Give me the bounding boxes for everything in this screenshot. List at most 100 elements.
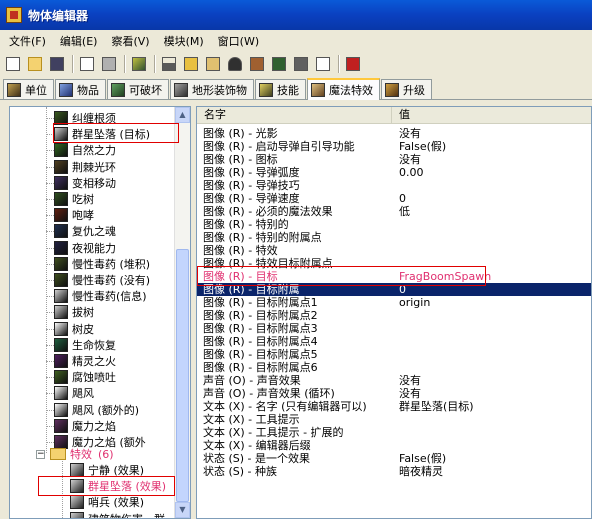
- property-row[interactable]: 图像 (R) - 光影 没有: [197, 127, 591, 140]
- property-value[interactable]: [392, 335, 399, 348]
- save-icon[interactable]: [47, 54, 67, 74]
- property-row[interactable]: 状态 (S) - 是一个效果 False(假): [197, 452, 591, 465]
- tree-item[interactable]: 腐蚀喷吐: [46, 369, 116, 385]
- property-value[interactable]: 0.00: [392, 166, 424, 179]
- scroll-up-icon[interactable]: ▲: [175, 107, 190, 123]
- tree-item[interactable]: 吃树: [46, 191, 94, 207]
- tab-buffs[interactable]: 魔法特效: [307, 78, 380, 100]
- column-name-header[interactable]: 名字: [197, 107, 392, 124]
- bridge-icon[interactable]: [247, 54, 267, 74]
- property-row[interactable]: 文本 (X) - 编辑器后缀: [197, 439, 591, 452]
- property-row[interactable]: 图像 (R) - 导弹弧度 0.00: [197, 166, 591, 179]
- tree-item[interactable]: 拔树: [46, 304, 94, 320]
- property-row[interactable]: 图像 (R) - 目标附属点2: [197, 309, 591, 322]
- tree-item[interactable]: 树皮: [46, 321, 94, 337]
- property-row[interactable]: 图像 (R) - 导弹速度 0: [197, 192, 591, 205]
- scroll-down-icon[interactable]: ▼: [175, 502, 190, 518]
- property-value[interactable]: FragBoomSpawn: [392, 270, 491, 283]
- tree-item[interactable]: 慢性毒药 (没有): [46, 272, 150, 288]
- property-value[interactable]: [392, 179, 399, 192]
- tree-item[interactable]: 魔力之焰: [46, 418, 116, 434]
- property-value[interactable]: [392, 231, 399, 244]
- tree-item[interactable]: 飓风 (额外的): [46, 402, 139, 418]
- terrain-icon[interactable]: [159, 54, 179, 74]
- property-row[interactable]: 图像 (R) - 目标附属点4: [197, 335, 591, 348]
- property-value[interactable]: False(假): [392, 140, 446, 153]
- menu-file[interactable]: 文件(F): [2, 33, 53, 49]
- property-value[interactable]: [392, 348, 399, 361]
- tree-item[interactable]: 飓风: [46, 385, 94, 401]
- property-value[interactable]: [392, 322, 399, 335]
- tree-effect-item[interactable]: 哨兵 (效果): [70, 494, 144, 510]
- property-row[interactable]: 图像 (R) - 导弹技巧: [197, 179, 591, 192]
- property-row[interactable]: 图像 (R) - 目标附属点5: [197, 348, 591, 361]
- tree-item[interactable]: 慢性毒药(信息): [46, 288, 147, 304]
- property-row[interactable]: 图像 (R) - 特别的附属点: [197, 231, 591, 244]
- stone-icon[interactable]: [269, 54, 289, 74]
- tree-item[interactable]: 慢性毒药 (堆积): [46, 256, 150, 272]
- cube-icon[interactable]: [291, 54, 311, 74]
- property-value[interactable]: 0: [392, 192, 406, 205]
- property-value[interactable]: [392, 413, 399, 426]
- text-icon[interactable]: [181, 54, 201, 74]
- property-row[interactable]: 图像 (R) - 特别的: [197, 218, 591, 231]
- menu-edit[interactable]: 编辑(E): [53, 33, 105, 49]
- property-row[interactable]: 图像 (R) - 必须的魔法效果 低: [197, 205, 591, 218]
- lock-icon[interactable]: [225, 54, 245, 74]
- tree-item[interactable]: 自然之力: [46, 142, 116, 158]
- property-value[interactable]: 没有: [392, 153, 421, 166]
- property-row[interactable]: 图像 (R) - 目标 FragBoomSpawn: [197, 270, 591, 283]
- property-value[interactable]: [392, 218, 399, 231]
- collapse-icon[interactable]: −: [36, 449, 45, 459]
- tree-effect-item[interactable]: 宁静 (效果): [70, 462, 144, 478]
- property-row[interactable]: 文本 (X) - 工具提示 - 扩展的: [197, 426, 591, 439]
- copy-icon[interactable]: [77, 54, 97, 74]
- property-row[interactable]: 文本 (X) - 名字 (只有编辑器可以) 群星坠落(目标): [197, 400, 591, 413]
- menu-window[interactable]: 窗口(W): [211, 33, 266, 49]
- property-value[interactable]: [392, 361, 399, 374]
- tree-item[interactable]: 复仇之魂: [46, 223, 116, 239]
- tree-item[interactable]: 精灵之火: [46, 353, 116, 369]
- property-value[interactable]: 0: [392, 283, 406, 296]
- property-value[interactable]: origin: [392, 296, 430, 309]
- property-row[interactable]: 图像 (R) - 特效目标附属点: [197, 257, 591, 270]
- unit-editor-icon[interactable]: [129, 54, 149, 74]
- property-value[interactable]: [392, 244, 399, 257]
- property-value[interactable]: [392, 257, 399, 270]
- property-value[interactable]: [392, 426, 399, 439]
- property-row[interactable]: 状态 (S) - 种族 暗夜精灵: [197, 465, 591, 478]
- property-value[interactable]: [392, 309, 399, 322]
- property-value[interactable]: 没有: [392, 387, 421, 400]
- property-grid[interactable]: 名字 值 图像 (R) - 光影 没有 图像 (R) - 启动导弹自引导功能 Fals…: [196, 106, 592, 519]
- property-row[interactable]: 图像 (R) - 图标 没有: [197, 153, 591, 166]
- property-row[interactable]: 图像 (R) - 目标附属点1 origin: [197, 296, 591, 309]
- menu-view[interactable]: 察看(V): [104, 33, 156, 49]
- tree-item[interactable]: 生命恢复: [46, 337, 116, 353]
- tree-item[interactable]: 夜视能力: [46, 240, 116, 256]
- tree-folder-effects[interactable]: − 特效 (6): [36, 446, 114, 462]
- tree-item[interactable]: 荆棘光环: [46, 159, 116, 175]
- property-row[interactable]: 图像 (R) - 启动导弹自引导功能 False(假): [197, 140, 591, 153]
- property-value[interactable]: 暗夜精灵: [392, 465, 443, 478]
- object-tree[interactable]: 纠缠根须 群星坠落 (目标) 自然之力 荆棘光环 变相移动 吃树 咆哮 复仇之魂 夜视能力 慢性毒…: [9, 106, 191, 519]
- tab-units[interactable]: 单位: [3, 79, 54, 99]
- property-row[interactable]: 图像 (R) - 目标附属点3: [197, 322, 591, 335]
- property-value[interactable]: 没有: [392, 127, 421, 140]
- property-row[interactable]: 文本 (X) - 工具提示: [197, 413, 591, 426]
- property-row[interactable]: 图像 (R) - 目标附属点6: [197, 361, 591, 374]
- sound-icon[interactable]: [203, 54, 223, 74]
- tree-item[interactable]: 群星坠落 (目标): [46, 126, 150, 142]
- property-value[interactable]: 没有: [392, 374, 421, 387]
- new-file-icon[interactable]: [3, 54, 23, 74]
- import-icon[interactable]: [343, 54, 363, 74]
- tree-item[interactable]: 变相移动: [46, 175, 116, 191]
- export-icon[interactable]: [313, 54, 333, 74]
- tab-items[interactable]: 物品: [55, 79, 106, 99]
- property-value[interactable]: [392, 439, 399, 452]
- property-row[interactable]: 图像 (R) - 特效: [197, 244, 591, 257]
- property-row[interactable]: 声音 (O) - 声音效果 没有: [197, 374, 591, 387]
- property-value[interactable]: 群星坠落(目标): [392, 400, 474, 413]
- tree-effect-item[interactable]: 建筑物伤害 - 群: [70, 511, 165, 518]
- tab-upgrades[interactable]: 升级: [381, 79, 432, 99]
- property-value[interactable]: False(假): [392, 452, 446, 465]
